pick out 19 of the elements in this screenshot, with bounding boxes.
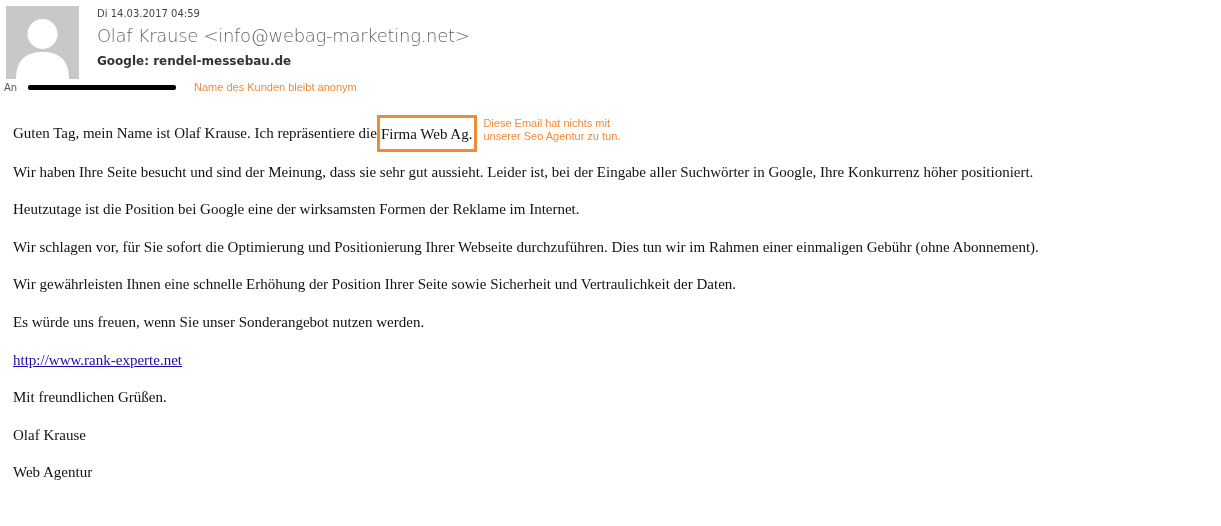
- body-paragraph: Es würde uns freuen, wenn Sie unser Sonderangebot nutzen werden.: [13, 312, 426, 331]
- annotation-note: Diese Email hat nichts mit: [483, 117, 611, 130]
- body-paragraph: Wir haben Ihre Seite besucht und sind der Meinung, dass sie sehr gut aussieht. Leider ist, bei der Eingabe aller Suchwörter in Google, Ihre Konkurrenz höher positioniert.: [13, 162, 1035, 181]
- body-paragraph: Heutzutage ist die Position bei Google eine der wirksamsten Formen der Reklame im Internet.: [13, 200, 581, 219]
- avatar-icon: [6, 6, 79, 79]
- sender-name: Olaf Krause <info@webag-marketing.net>: [97, 25, 470, 46]
- email-date: Di 14.03.2017 04:59: [97, 8, 201, 19]
- body-paragraph: Web Agentur: [13, 463, 94, 482]
- body-paragraph: Guten Tag, mein Name ist Olaf Krause. Ich repräsentiere die: [13, 124, 377, 142]
- body-paragraph: Olaf Krause: [13, 425, 87, 444]
- website-link[interactable]: http://www.rank-experte.net: [13, 351, 182, 368]
- recipient-label: An: [4, 81, 19, 93]
- body-paragraph: Wir gewährleisten Ihnen eine schnelle Erhöhung der Position Ihrer Seite sowie Sicherheit und Vertraulichkeit der Daten.: [13, 275, 738, 294]
- highlighted-text: Firma Web Ag.: [376, 114, 478, 152]
- annotation-note: Name des Kunden bleibt anonym: [194, 81, 357, 93]
- body-paragraph: Mit freundlichen Grüßen.: [13, 388, 168, 407]
- annotation-note: unserer Seo Agentur zu tun.: [483, 130, 621, 143]
- body-paragraph: Wir schlagen vor, für Sie sofort die Optimierung und Positionierung Ihrer Webseite durchzuführen. Dies tun wir im Rahmen einer einmaligen Gebühr (ohne Abonnement).: [13, 237, 1040, 256]
- email-subject: Google: rendel-messebau.de: [97, 54, 293, 68]
